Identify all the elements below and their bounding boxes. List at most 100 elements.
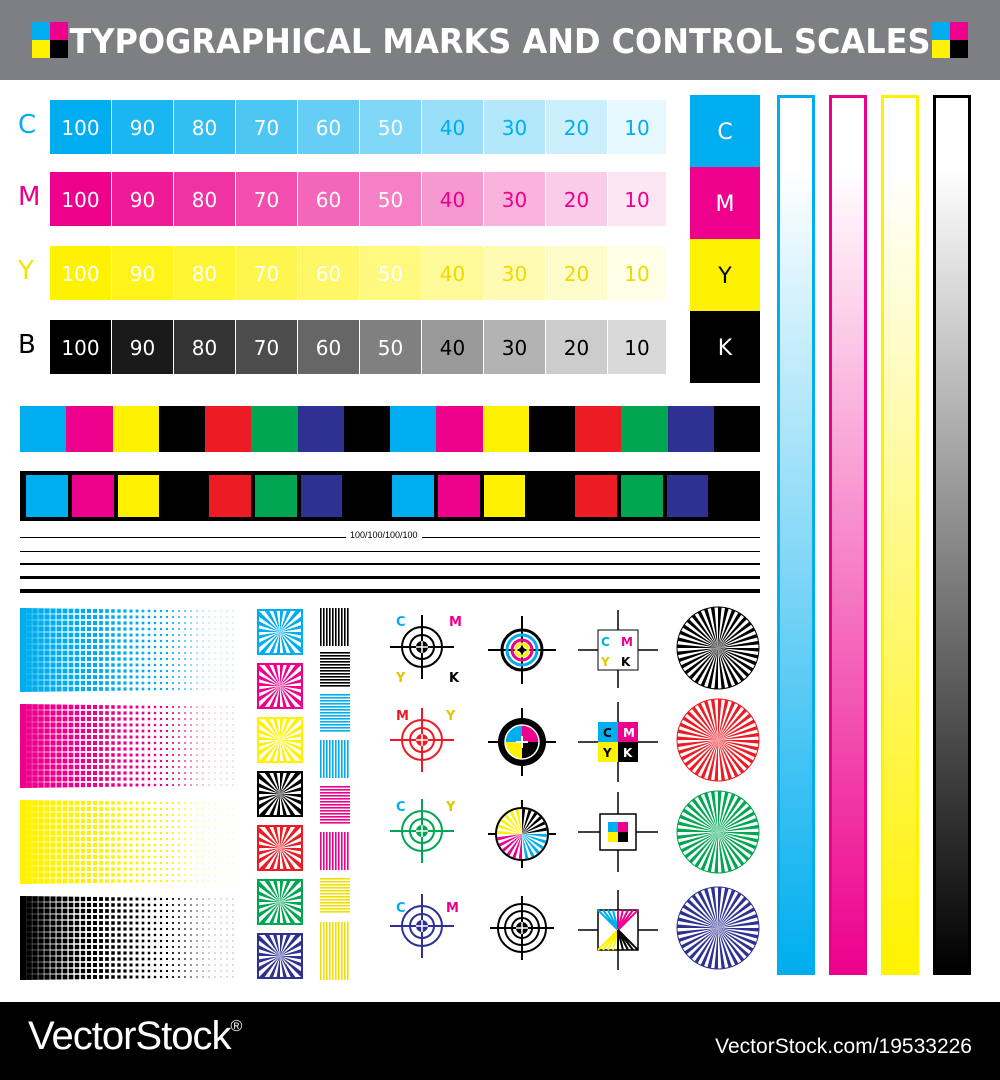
tint-cell: 70 [236,246,297,300]
color-patch [528,406,575,452]
side-swatch-c: C [690,95,760,167]
starburst-circle [676,886,760,970]
registration-letter: C [396,615,406,630]
side-swatch-m: M [690,167,760,239]
grid-letter: M [623,726,635,740]
line-screen-patch [320,878,350,913]
tint-cell: 60 [298,320,359,374]
starburst-patch [257,609,303,655]
grid-letter: K [621,655,631,669]
starburst-patch [257,771,303,817]
color-patch [436,406,483,452]
starburst-circle [676,606,760,690]
tint-cell: 40 [422,100,483,154]
color-patch [343,406,390,452]
color-patch [575,475,617,517]
tint-cell: 10 [608,320,666,374]
rule-line [20,589,760,593]
color-patch [20,406,67,452]
starburst-patch [257,933,303,979]
tint-cell: 30 [484,172,545,226]
title-bar: TYPOGRAPHICAL MARKS AND CONTROL SCALES (… [0,0,1000,146]
tint-cell: 80 [174,172,235,226]
tint-cell: 90 [112,320,173,374]
cmyk-grid-outline: C MY K [578,610,658,688]
tint-cell: 70 [236,172,297,226]
registration-target-2: MY [390,708,456,772]
color-patch [390,406,437,452]
rule-line [20,563,760,565]
tint-cell: 80 [174,320,235,374]
color-patch [205,406,252,452]
rule-line [20,551,760,552]
tint-row-label: M [18,182,41,212]
color-patch [300,475,343,517]
cmyk-mini-swatch-right [932,22,968,58]
color-patch [529,475,571,517]
color-patch [621,406,668,452]
grid-letter: Y [600,655,610,669]
tint-cell: 90 [112,172,173,226]
color-patch [117,475,160,517]
starburst-circle [676,698,760,782]
color-patch [254,475,297,517]
color-patch [666,475,709,517]
halftone-block-black [20,896,234,980]
tint-cell: 20 [546,320,607,374]
grid-letter: K [623,746,633,760]
starburst-patch [257,717,303,763]
line-screen-patch [320,608,349,646]
line-screen-patch [320,832,349,870]
grid-letter: Y [602,746,612,760]
color-patch [713,406,760,452]
cmyk-grid-filled: C MY K [578,702,658,782]
tint-cell: 60 [298,172,359,226]
color-patch [392,475,434,517]
starburst-patch [257,825,303,871]
line-screen-patch [320,652,350,687]
tint-cell: 50 [360,100,421,154]
halftone-block-yellow [20,800,234,884]
tint-cell: 70 [236,320,297,374]
grid-letter: C [603,726,612,740]
color-patch [482,406,529,452]
line-screen-patch [320,786,350,824]
yellow-gradient-strip [881,95,919,975]
registration-target-1: C M Y K [390,615,462,686]
tint-cell: 100 [50,100,111,154]
tint-cell: 100 [50,172,111,226]
star-target [488,800,556,868]
tint-cell: 20 [546,246,607,300]
rule-line [20,576,760,579]
color-patch [712,475,754,517]
tint-cell: 50 [360,246,421,300]
tint-cell: 20 [546,100,607,154]
side-swatch-k: K [690,311,760,383]
tint-cell: 90 [112,100,173,154]
line-screen-patch [320,922,349,980]
tint-cell: 60 [298,100,359,154]
tint-cell: 80 [174,246,235,300]
black-gradient-strip [933,95,971,975]
tint-cell: 80 [174,100,235,154]
registration-target-3: CY [390,799,456,863]
color-patch [483,475,526,517]
tint-row-label: C [18,110,37,140]
tint-cell: 100 [50,246,111,300]
registration-target-4: CM [390,894,459,958]
tint-cell: 100 [50,320,111,374]
cyan-gradient-strip [777,95,815,975]
registration-letter: M [396,709,409,724]
starburst-circle [676,790,760,874]
registration-letter: Y [395,671,406,686]
black-ring-target [490,896,554,960]
halftone-block-cyan [20,608,234,692]
tint-cell: 10 [608,100,666,154]
registration-letter: C [396,901,406,916]
tint-cell: 20 [546,172,607,226]
color-patch [346,475,388,517]
color-patch [66,406,113,452]
registration-letter: Y [445,800,456,815]
color-patch [437,475,480,517]
starburst-patch [257,663,303,709]
